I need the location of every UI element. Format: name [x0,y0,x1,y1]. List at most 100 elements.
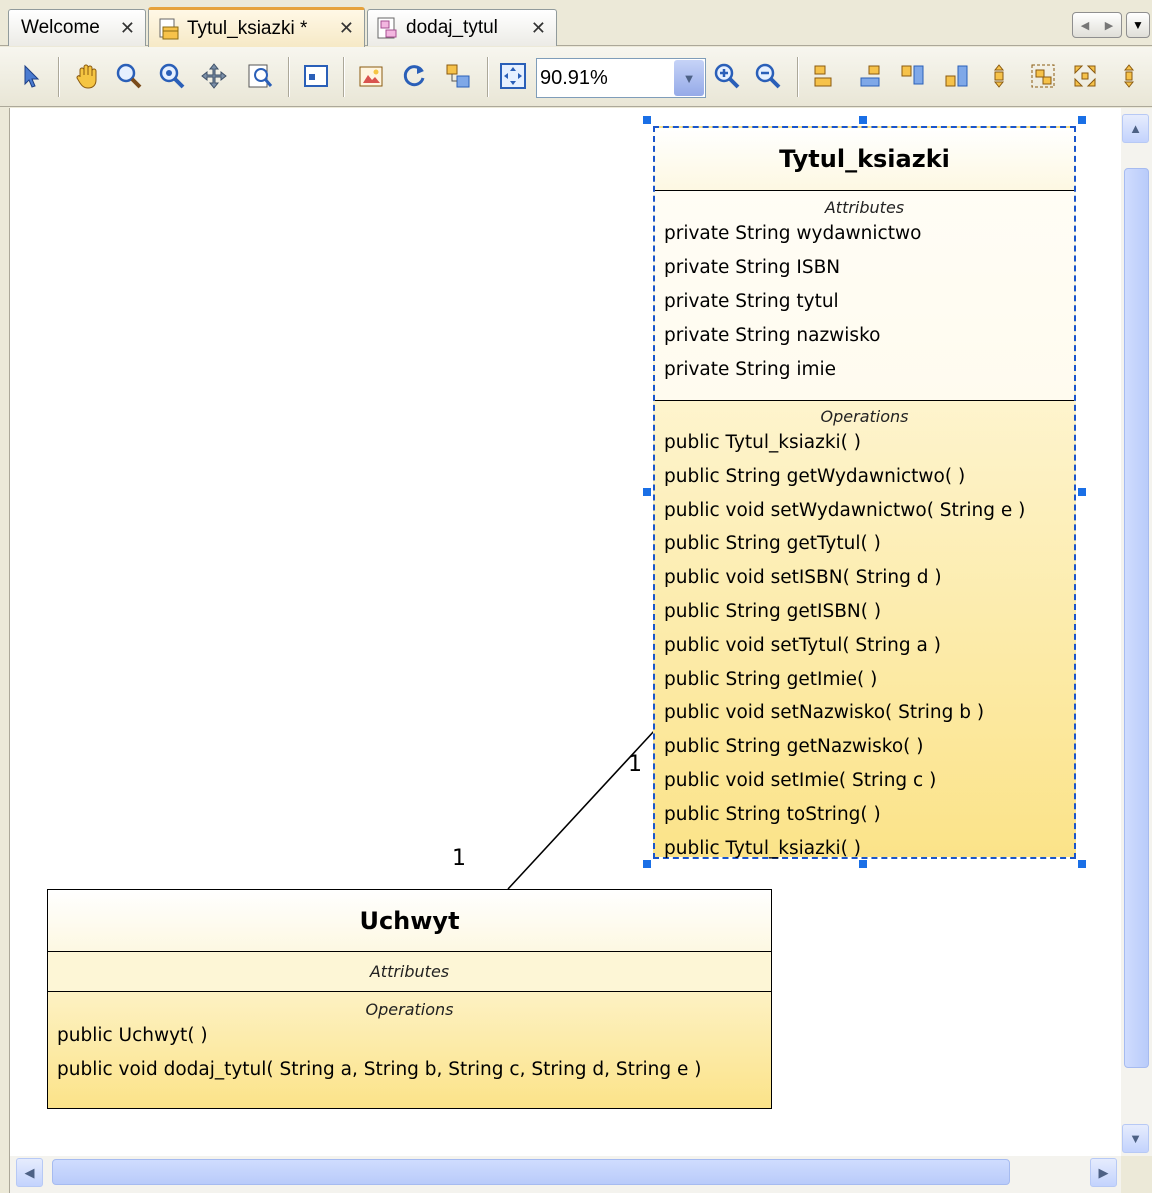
operations-title: Operations [365,1000,454,1019]
selection-handle-left[interactable] [643,488,651,496]
operation-item[interactable]: public String getISBN( ) [655,595,1074,629]
attributes-section: Attributes private String wydawnictwo pr… [655,191,1074,401]
operations-title: Operations [820,407,909,426]
operation-item[interactable]: public Tytul_ksiazki( ) [655,426,1074,460]
operation-item[interactable]: public void dodaj_tytul( String a, Strin… [48,1053,771,1087]
association-multiplicity-uchwyt: 1 [452,846,466,871]
operation-item[interactable]: public void setTytul( String a ) [655,629,1074,663]
distribute-button[interactable] [1026,59,1060,93]
scroll-down-button[interactable]: ▼ [1122,1124,1149,1153]
zoom-in-button[interactable] [710,59,744,93]
pointer-icon [24,64,40,88]
toolbar-separator [487,57,489,97]
layout-icon [446,64,470,88]
chevron-down-icon[interactable]: ▼ [674,60,704,96]
vertical-scroll-thumb[interactable] [1124,168,1149,1068]
operations-section: Operations public Uchwyt( ) public void … [48,992,771,1087]
attribute-item[interactable]: private String nazwisko [655,319,1074,353]
align-left-button[interactable] [808,59,842,93]
tab-welcome-label: Welcome [21,17,100,38]
operation-item[interactable]: public Uchwyt( ) [48,1019,771,1053]
horizontal-scroll-thumb[interactable] [52,1159,1010,1185]
scrollbar-corner [1121,1156,1152,1193]
zoom-level-select[interactable]: 90.91% ▼ [536,58,706,98]
tab-dodaj-tytul-label: dodaj_tytul [406,17,498,38]
attribute-item[interactable]: private String ISBN [655,251,1074,285]
zoom-out-button[interactable] [751,59,785,93]
align-bottom-icon [945,65,968,87]
class-tytul-ksiazki[interactable]: Tytul_ksiazki Attributes private String … [653,126,1076,859]
interactive-zoom-button[interactable] [155,59,189,93]
tab-tytul-ksiazki[interactable]: Tytul_ksiazki * ✕ [148,7,365,47]
attributes-title: Attributes [369,962,450,981]
selection-handle-right[interactable] [1078,488,1086,496]
selection-handle-top-right[interactable] [1078,116,1086,124]
scroll-up-button[interactable]: ▲ [1122,114,1149,143]
layout-button[interactable] [441,59,475,93]
selection-handle-bottom-right[interactable] [1078,860,1086,868]
attribute-item[interactable]: private String imie [655,353,1074,387]
operation-item[interactable]: public String getTytul( ) [655,527,1074,561]
class-name: Tytul_ksiazki [655,128,1074,191]
zoom-tool-button[interactable] [112,59,146,93]
attribute-item[interactable]: private String tytul [655,285,1074,319]
chevron-left-icon: ◀ [24,1164,35,1180]
scroll-right-button[interactable]: ▶ [1090,1158,1117,1187]
expand-button[interactable] [1068,59,1102,93]
selection-handle-top[interactable] [859,116,867,124]
operation-item[interactable]: public String getImie( ) [655,663,1074,697]
navigate-button[interactable] [197,59,231,93]
tab-scroll-right-icon[interactable]: ▶ [1105,19,1113,32]
tab-dodaj-tytul-close-icon[interactable]: ✕ [531,18,546,39]
operation-item[interactable]: public void setISBN( String d ) [655,561,1074,595]
class-uchwyt[interactable]: Uchwyt Attributes Operations public Uchw… [47,889,772,1109]
zoom-in-icon [714,63,740,89]
operation-item[interactable]: public String getNazwisko( ) [655,730,1074,764]
align-right-button[interactable] [852,59,886,93]
align-bottom-button[interactable] [940,59,974,93]
align-center-button[interactable] [982,59,1016,93]
select-tool-button[interactable] [14,59,48,93]
tab-dodaj-tytul[interactable]: dodaj_tytul ✕ [367,9,557,46]
scroll-left-button[interactable]: ◀ [16,1158,43,1187]
tab-list-dropdown[interactable]: ▼ [1126,12,1150,38]
sequence-diagram-icon [376,16,400,40]
overview-button[interactable] [299,59,333,93]
selection-handle-bottom[interactable] [859,860,867,868]
operation-item[interactable]: public void setWydawnictwo( String e ) [655,494,1074,528]
class-name: Uchwyt [48,890,771,952]
tab-scroll-buttons[interactable]: ◀ ▶ [1072,12,1122,38]
hand-icon [76,64,97,89]
zoom-interactive-icon [159,63,185,89]
toolbar-separator [58,57,60,97]
attributes-title: Attributes [824,198,905,217]
diagram-toolbar: 90.91% ▼ [0,47,1152,107]
more-tools-icon [1123,64,1135,88]
attribute-item[interactable]: private String wydawnictwo [655,217,1074,251]
operation-item[interactable]: public String getWydawnictwo( ) [655,460,1074,494]
tab-welcome-close-icon[interactable]: ✕ [120,18,135,39]
zoom-page-icon [248,64,273,88]
tab-tytul-ksiazki-close-icon[interactable]: ✕ [339,18,354,39]
fit-to-window-button[interactable] [496,59,530,93]
export-image-button[interactable] [354,59,388,93]
zoom-region-button[interactable] [243,59,277,93]
selection-handle-top-left[interactable] [643,116,651,124]
selection-handle-bottom-left[interactable] [643,860,651,868]
move-arrows-icon [201,63,227,89]
pan-tool-button[interactable] [70,59,104,93]
chevron-down-icon: ▼ [1132,18,1144,32]
operation-item[interactable]: public void setImie( String c ) [655,764,1074,798]
fit-window-icon [500,63,526,89]
operation-item[interactable]: public String toString( ) [655,798,1074,832]
operation-item[interactable]: public void setNazwisko( String b ) [655,696,1074,730]
refresh-button[interactable] [397,59,431,93]
more-tools-button[interactable] [1112,59,1146,93]
chevron-up-icon: ▲ [1129,121,1142,136]
align-top-button[interactable] [896,59,930,93]
toolbar-separator [797,57,799,97]
class-diagram-icon [157,17,181,41]
tab-scroll-left-icon[interactable]: ◀ [1081,19,1089,32]
export-image-icon [359,66,383,87]
tab-welcome[interactable]: Welcome ✕ [8,9,146,46]
